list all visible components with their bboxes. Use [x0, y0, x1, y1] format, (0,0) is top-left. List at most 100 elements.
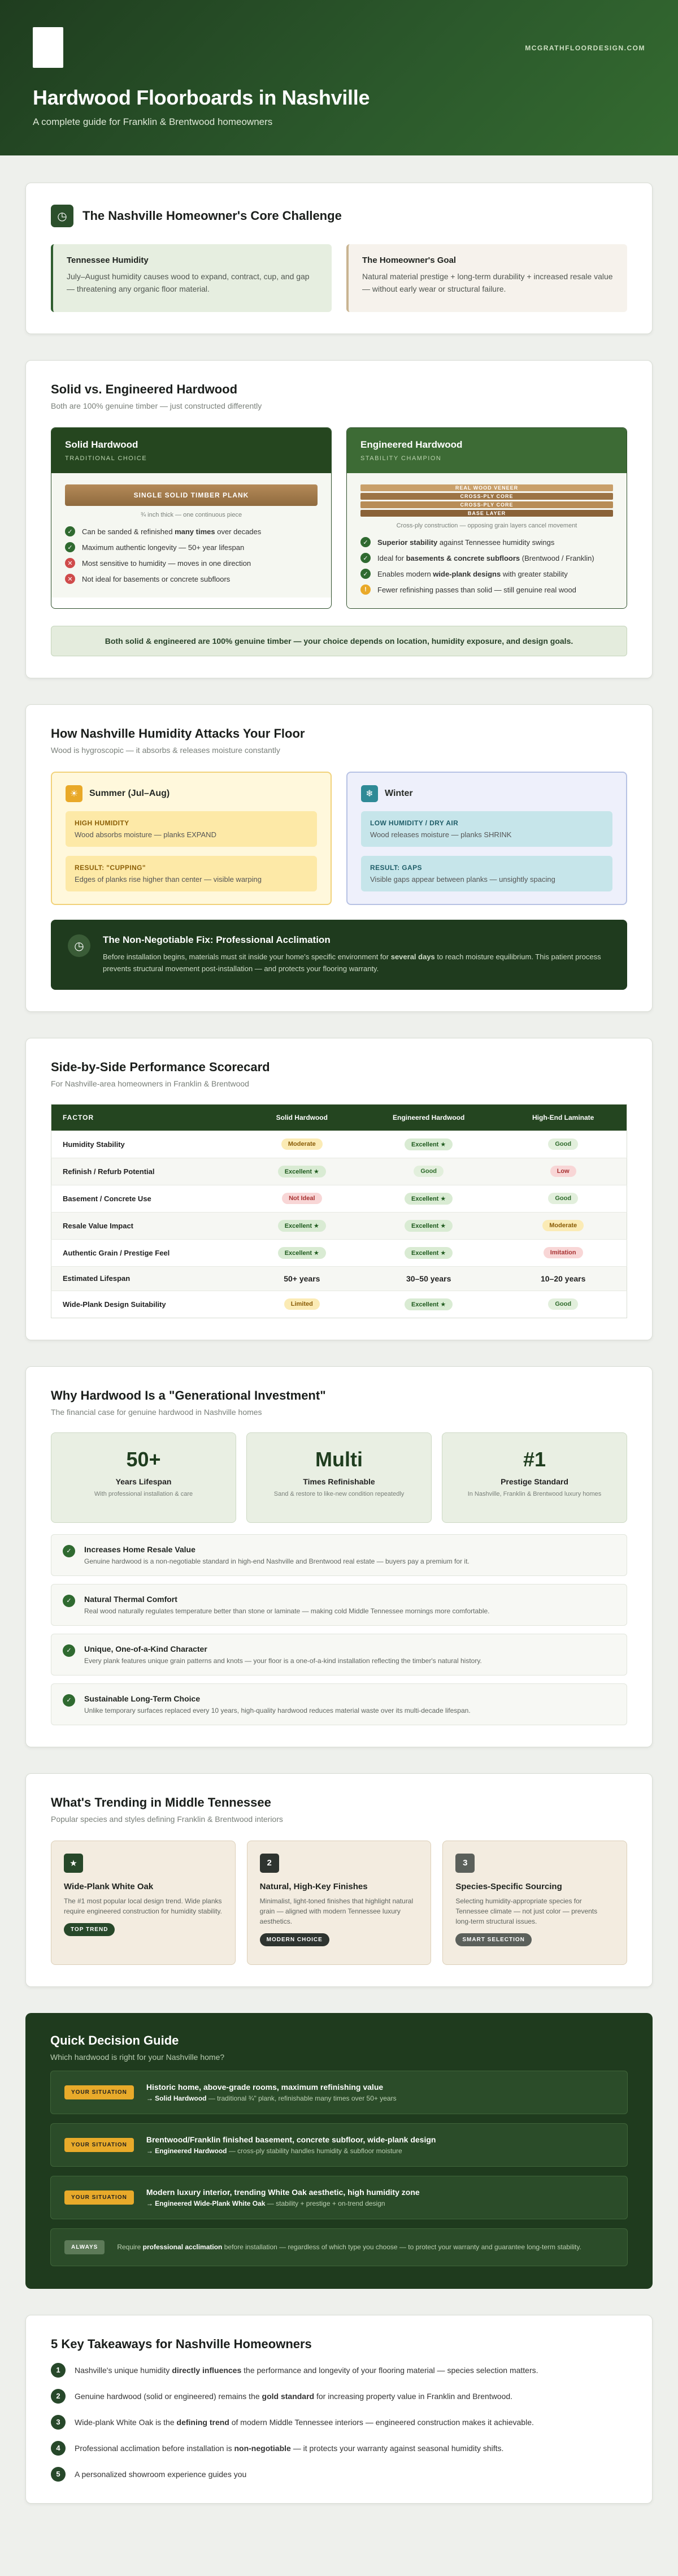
challenge-section: ◷ The Nashville Homeowner's Core Challen…: [25, 183, 653, 334]
section-lede: Popular species and styles defining Fran…: [51, 1814, 283, 1824]
benefit-item: ✓ Increases Home Resale Value Genuine hard…: [51, 1534, 627, 1576]
rating-cell: Imitation: [499, 1239, 627, 1267]
trend-card: 3 Species-Specific Sourcing Selecting humi…: [442, 1840, 628, 1965]
rating-cell: Moderate: [499, 1211, 627, 1240]
table-row: Refinish / Refurb Potential Excellent ★ Go…: [51, 1157, 627, 1185]
rating-pill: 10–20 years: [540, 1274, 586, 1283]
challenge-card-title: Tennessee Humidity: [67, 256, 149, 265]
rating-cell: Good: [357, 1157, 500, 1185]
rating-cell: Excellent ★: [357, 1184, 500, 1213]
solid-plank-diagram: SINGLE SOLID TIMBER PLANK: [65, 484, 318, 506]
always-tag: ALWAYS: [64, 2240, 105, 2254]
stat-card-refinish: Multi Times Refinishable Sand & restore to…: [246, 1432, 432, 1523]
feature-item: ✓ Enables modern wide-plank designs with …: [360, 569, 613, 579]
rating-cell: Low: [499, 1157, 627, 1185]
scorecard-table: FACTOR Solid Hardwood Engineered Hardwoo…: [51, 1103, 627, 1318]
rating-pill: Low: [550, 1166, 576, 1177]
table-row: Wide-Plank Design Suitability Limited Exce…: [51, 1290, 627, 1318]
rating-pill: Excellent ★: [277, 1219, 326, 1232]
rating-pill: Good: [548, 1138, 579, 1150]
rating-cell: Excellent ★: [357, 1211, 500, 1240]
section-title: Quick Decision Guide: [50, 2033, 179, 2047]
takeaway-number: 4: [51, 2440, 66, 2456]
feature-item: ✕ Most sensitive to humidity — moves in o…: [65, 558, 318, 568]
summer-humidity-box: HIGH HUMIDITY Wood absorbs moisture — pla…: [66, 811, 317, 847]
layer-core: CROSS-PLY CORE: [360, 493, 613, 500]
rating-cell: Excellent ★: [246, 1157, 358, 1185]
stat-card-lifespan: 50+ Years Lifespan With professional insta…: [51, 1432, 236, 1523]
solid-hardwood-card: Solid Hardwood TRADITIONAL CHOICE SINGLE…: [51, 427, 332, 609]
feature-item: ✓ Maximum authentic longevity — 50+ year …: [65, 542, 318, 552]
check-icon: ✓: [65, 526, 75, 536]
layer-base: BASE LAYER: [360, 510, 613, 517]
humidity-section: How Nashville Humidity Attacks Your Floo…: [25, 704, 653, 1012]
fix-text: Before installation begins, materials mu…: [103, 953, 601, 973]
card-tag: STABILITY CHAMPION: [360, 455, 442, 462]
star-icon: ★: [64, 1853, 83, 1873]
winter-humidity-box: LOW HUMIDITY / DRY AIR Wood releases mois…: [361, 811, 612, 847]
rating-pill: 30–50 years: [406, 1274, 451, 1283]
genuine-timber-banner: Both solid & engineered are 100% genuine…: [51, 626, 627, 656]
layer-core: CROSS-PLY CORE: [360, 501, 613, 508]
rating-pill: Good: [414, 1166, 444, 1177]
challenge-card-humidity: Tennessee Humidity July–August humidity …: [51, 244, 332, 312]
table-row: Authentic Grain / Prestige Feel Excellent…: [51, 1239, 627, 1267]
benefit-item: ✓ Natural Thermal Comfort Real wood natura…: [51, 1583, 627, 1626]
summer-result-box: RESULT: "CUPPING" Edges of planks rise hi…: [66, 856, 317, 891]
engineered-feature-list: ✓ Superior stability against Tennessee hu…: [360, 537, 613, 595]
solid-vs-engineered-section: Solid vs. Engineered Hardwood Both are 1…: [25, 360, 653, 678]
clock-icon: ◷: [51, 205, 73, 227]
rating-cell: Good: [499, 1184, 627, 1213]
rating-pill: Excellent ★: [405, 1298, 453, 1310]
card-title: Solid Hardwood: [65, 439, 138, 450]
fix-title: The Non-Negotiable Fix: Professional Acc…: [103, 934, 331, 945]
rating-cell: Excellent ★: [357, 1290, 500, 1318]
stat-card-prestige: #1 Prestige Standard In Nashville, Frankli…: [442, 1432, 627, 1523]
rating-cell: 10–20 years: [499, 1266, 627, 1291]
challenge-card-title: The Homeowner's Goal: [362, 256, 457, 265]
season-title: Summer (Jul–Aug): [89, 789, 170, 798]
rating-pill: Good: [548, 1193, 579, 1205]
rating-pill: Excellent ★: [277, 1165, 326, 1177]
takeaway-item: 2 Genuine hardwood (solid or engineered) …: [51, 2388, 627, 2404]
check-icon: ✓: [360, 553, 371, 563]
takeaway-item: 3 Wide-plank White Oak is the defining tr…: [51, 2414, 627, 2430]
logo[interactable]: [33, 27, 63, 68]
section-title: What's Trending in Middle Tennessee: [51, 1795, 271, 1809]
rating-pill: 50+ years: [284, 1274, 320, 1283]
rating-pill: Excellent ★: [277, 1246, 326, 1259]
cross-icon: ✕: [65, 574, 75, 584]
section-title: 5 Key Takeaways for Nashville Homeowners: [51, 2336, 312, 2351]
rating-pill: Excellent ★: [405, 1138, 453, 1150]
rating-cell: Good: [499, 1130, 627, 1158]
table-row: Humidity Stability Moderate Excellent ★ Goo…: [51, 1130, 627, 1158]
check-icon: ✓: [63, 1544, 75, 1557]
card-title: Engineered Hardwood: [360, 439, 463, 450]
rating-pill: Excellent ★: [405, 1219, 453, 1232]
factor-cell: Resale Value Impact: [51, 1211, 246, 1240]
rating-cell: Excellent ★: [246, 1239, 358, 1267]
scorecard-section: Side-by-Side Performance Scorecard For N…: [25, 1037, 653, 1340]
rating-cell: 50+ years: [246, 1266, 358, 1291]
acclimation-fix-panel: ◷ The Non-Negotiable Fix: Professional A…: [51, 920, 627, 990]
column-header: High-End Laminate: [499, 1104, 627, 1131]
winter-result-box: RESULT: GAPS Visible gaps appear between …: [361, 856, 612, 891]
rating-cell: Excellent ★: [357, 1239, 500, 1267]
solid-feature-list: ✓ Can be sanded & refinished many times o…: [65, 526, 318, 584]
card-tag: TRADITIONAL CHOICE: [65, 455, 147, 462]
trend-badge: SMART SELECTION: [455, 1933, 532, 1946]
check-icon: ✓: [65, 542, 75, 552]
factor-cell: Estimated Lifespan: [51, 1266, 246, 1291]
site-url[interactable]: MCGRATHFLOORDESIGN.COM: [525, 44, 645, 52]
sun-icon: ☀: [66, 785, 82, 802]
summer-card: ☀ Summer (Jul–Aug) HIGH HUMIDITY Wood abso…: [51, 772, 332, 905]
column-header: Solid Hardwood: [246, 1104, 358, 1131]
section-lede: Wood is hygroscopic — it absorbs & relea…: [51, 746, 280, 755]
rating-cell: Excellent ★: [357, 1130, 500, 1158]
section-lede: For Nashville-area homeowners in Frankli…: [51, 1079, 249, 1088]
challenge-title: The Nashville Homeowner's Core Challenge: [82, 209, 342, 223]
takeaway-number: 3: [51, 2414, 66, 2430]
check-icon: ✓: [63, 1594, 75, 1607]
takeaway-item: 4 Professional acclimation before install…: [51, 2440, 627, 2456]
decision-row: YOUR SITUATION Brentwood/Franklin finishe…: [50, 2123, 628, 2167]
